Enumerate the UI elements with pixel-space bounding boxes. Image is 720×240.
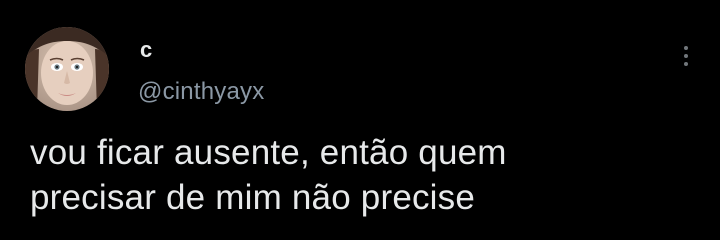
avatar-image [25, 27, 109, 111]
author-handle[interactable]: @cinthyayx [138, 79, 264, 105]
more-options-icon[interactable] [676, 40, 696, 72]
tweet-text-line: precisar de mim não precise [30, 178, 476, 217]
more-dot [684, 62, 688, 66]
tweet-text-line: vou ficar ausente, então quem [30, 133, 507, 172]
more-dot [684, 54, 688, 58]
tweet-text: vou ficar ausente, então quem precisar d… [30, 130, 690, 220]
avatar[interactable] [25, 27, 109, 111]
author-display-name[interactable]: c [140, 38, 152, 62]
more-dot [684, 46, 688, 50]
tweet-card: c @cinthyayx vou ficar ausente, então qu… [0, 0, 720, 240]
